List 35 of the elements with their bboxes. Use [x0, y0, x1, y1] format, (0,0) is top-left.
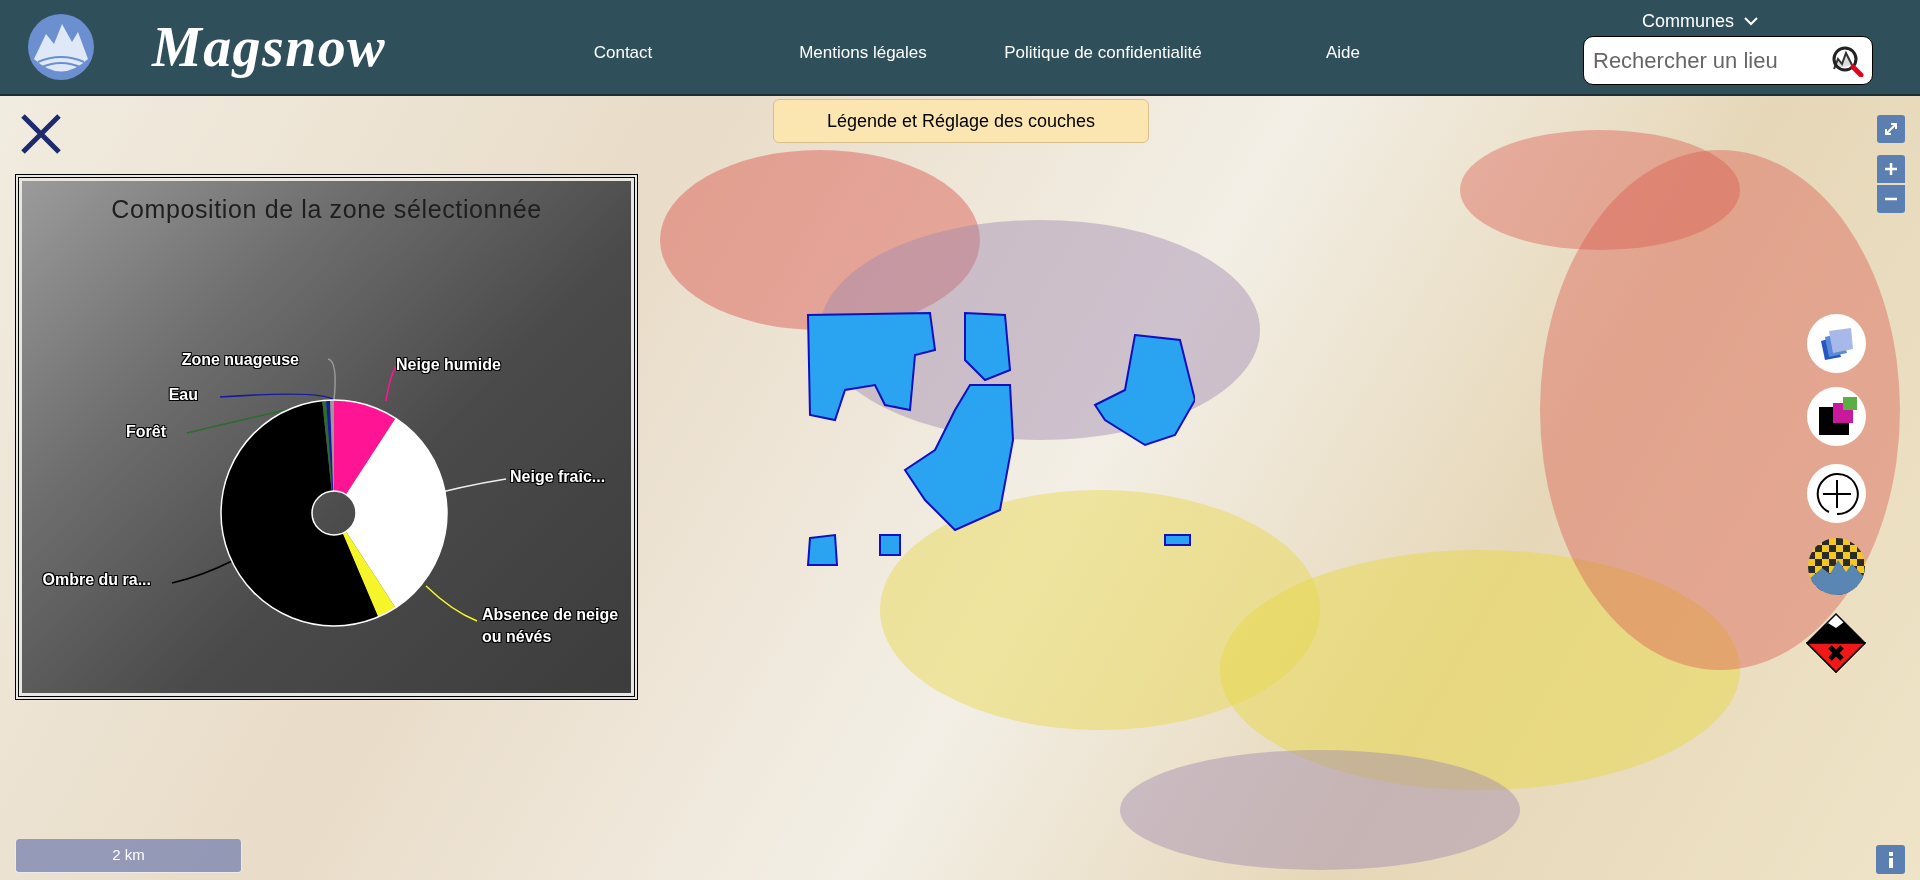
- expand-arrows-icon: [1884, 122, 1898, 136]
- slice-label: Eau: [168, 385, 198, 405]
- slice-label: Forêt: [126, 422, 166, 442]
- layers-icon: [1818, 326, 1855, 361]
- zoom-in-button[interactable]: [1877, 155, 1905, 183]
- slice-label: Absence de neige ou névés: [482, 605, 620, 647]
- chevron-down-icon: [1744, 17, 1759, 26]
- legend-layers-button[interactable]: Légende et Réglage des couches: [773, 99, 1149, 143]
- close-icon[interactable]: [20, 113, 62, 155]
- donut-hole: [311, 490, 357, 536]
- chart-title: Composition de la zone sélectionnée: [110, 194, 543, 225]
- nav-link[interactable]: Politique de confidentialité: [1004, 40, 1202, 66]
- logo-text[interactable]: Magsnow: [152, 5, 386, 89]
- communes-dropdown[interactable]: Communes: [1642, 8, 1759, 35]
- mountain-logo-icon[interactable]: [28, 14, 94, 80]
- zoom-out-button[interactable]: [1877, 185, 1905, 213]
- search-field[interactable]: Rechercher un lieu: [1583, 36, 1873, 85]
- nav-link[interactable]: Aide: [1326, 40, 1360, 66]
- slice-label: Zone nuageuse: [181, 350, 299, 370]
- info-icon: [1887, 851, 1894, 868]
- overlapping-squares-icon: [1816, 396, 1857, 437]
- nav-link[interactable]: Contact: [593, 40, 653, 66]
- fullscreen-button[interactable]: [1877, 115, 1905, 143]
- plus-circle-icon: [1814, 471, 1859, 516]
- mountain-warning-icon[interactable]: [1806, 613, 1866, 673]
- nav-link[interactable]: Mentions légales: [799, 40, 927, 66]
- slice-label: Ombre du ra...: [42, 570, 151, 590]
- plus-icon: [1885, 163, 1897, 175]
- scale-bar: 2 km: [15, 839, 242, 873]
- slice-label: Neige humide: [396, 355, 501, 375]
- info-button[interactable]: [1876, 845, 1905, 874]
- leader-line: [385, 365, 397, 402]
- leader-line: [171, 560, 233, 584]
- slice-label: Neige fraîc...: [510, 467, 606, 487]
- leader-line: [425, 585, 478, 622]
